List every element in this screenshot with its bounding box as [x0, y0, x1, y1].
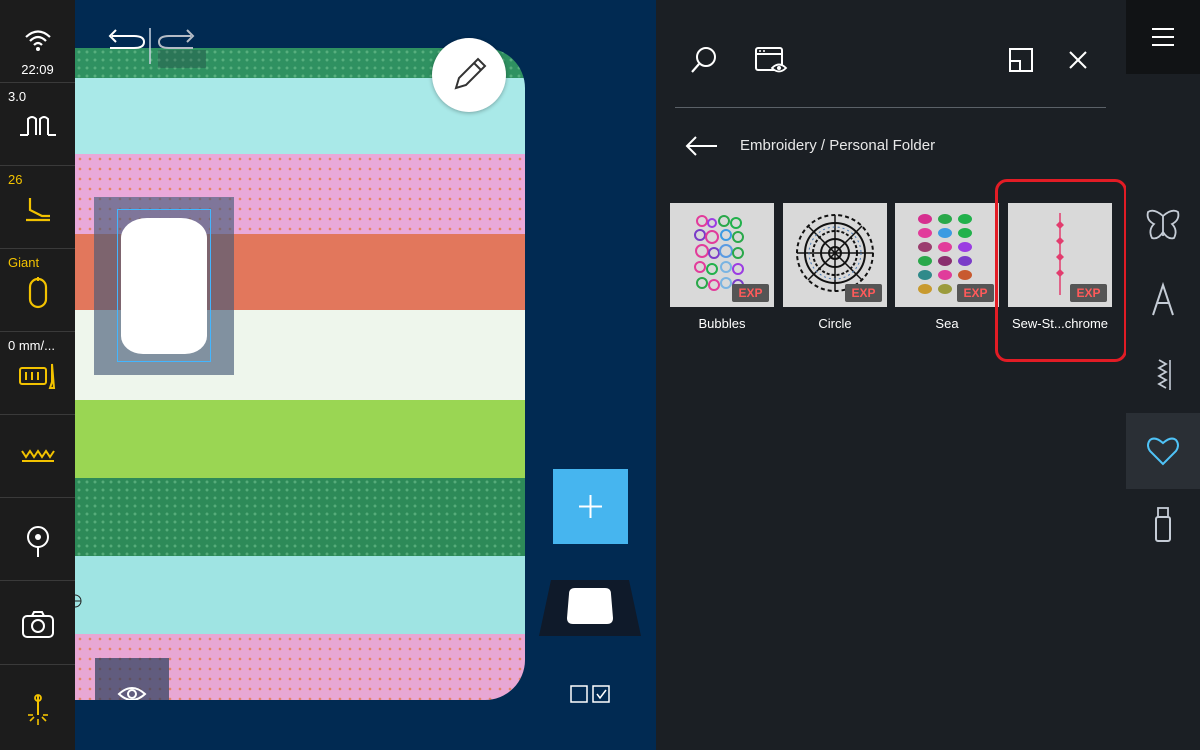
stitch-length-value: 3.0 — [8, 89, 27, 104]
close-icon[interactable] — [1062, 44, 1094, 76]
design-tile-bubbles[interactable]: EXP — [670, 203, 774, 307]
eye-icon — [117, 687, 147, 701]
wifi-icon — [24, 30, 51, 51]
pencil-icon — [454, 57, 487, 90]
design-shape[interactable] — [121, 218, 207, 354]
design-thumbnail[interactable] — [539, 580, 641, 636]
presser-foot-value: 26 — [8, 172, 23, 187]
exp-badge: EXP — [845, 284, 882, 302]
search-icon[interactable] — [688, 44, 720, 76]
design-tile-sea[interactable]: EXP — [895, 203, 999, 307]
clock-time: 22:09 — [21, 62, 54, 77]
needle-light-icon — [27, 694, 48, 725]
feed-cell[interactable]: 0 mm/... — [0, 332, 75, 415]
needle-light-cell[interactable] — [0, 665, 75, 750]
status-sidebar: 22:09 3.0 26 Giant 0 mm/... — [0, 0, 75, 750]
presser-foot-cell[interactable]: 26 — [0, 166, 75, 249]
needle-position-cell[interactable] — [0, 498, 75, 581]
embroidery-canvas[interactable] — [75, 0, 525, 750]
add-design-button[interactable] — [553, 469, 628, 544]
edit-pencil-button[interactable] — [432, 38, 506, 112]
feed-value: 0 mm/... — [8, 338, 55, 353]
usb-icon[interactable] — [1144, 505, 1182, 543]
heart-icon[interactable] — [1144, 432, 1182, 470]
stitch-length-icon — [19, 116, 56, 136]
camera-icon — [21, 611, 54, 638]
undo-redo-group — [100, 24, 206, 74]
multi-select-icon[interactable] — [570, 683, 612, 705]
needle-position-icon — [26, 526, 49, 557]
window-resize-icon[interactable] — [1005, 44, 1037, 76]
design-library-panel: Embroidery / Personal Folder EXP Bubbles — [656, 0, 1127, 750]
preview-window-icon[interactable] — [754, 44, 790, 76]
exp-badge: EXP — [732, 284, 769, 302]
hoop-icon — [28, 277, 47, 309]
view-toggle-area[interactable] — [95, 658, 169, 701]
design-tile-circle[interactable]: EXP — [783, 203, 887, 307]
camera-cell[interactable] — [0, 581, 75, 665]
breadcrumb[interactable]: Embroidery / Personal Folder — [740, 137, 935, 154]
alphabet-icon[interactable] — [1144, 281, 1182, 319]
design-label: Bubbles — [698, 316, 746, 331]
stitch-pattern-cell[interactable] — [0, 415, 75, 498]
stitches-icon[interactable] — [1144, 356, 1182, 394]
plus-icon — [579, 495, 602, 518]
menu-button[interactable] — [1126, 0, 1200, 74]
stitch-length-cell[interactable]: 3.0 — [0, 83, 75, 166]
category-sidebar — [1126, 0, 1200, 750]
butterfly-icon[interactable] — [1144, 206, 1182, 244]
feed-icon — [18, 363, 55, 389]
menu-icon — [1152, 28, 1174, 46]
stitch-pattern-icon — [20, 449, 55, 462]
wifi-time-cell: 22:09 — [0, 0, 75, 83]
design-label: Sea — [935, 316, 959, 331]
design-actions-column — [525, 0, 656, 750]
hoop-value: Giant — [8, 255, 40, 270]
header-divider — [675, 107, 1106, 108]
presser-foot-icon — [25, 198, 50, 222]
design-label: Circle — [818, 316, 852, 331]
back-arrow-icon[interactable] — [684, 132, 720, 160]
crosshair-icon — [75, 594, 82, 608]
selection-highlight — [995, 179, 1127, 362]
exp-badge: EXP — [957, 284, 994, 302]
hoop-cell[interactable]: Giant — [0, 249, 75, 332]
